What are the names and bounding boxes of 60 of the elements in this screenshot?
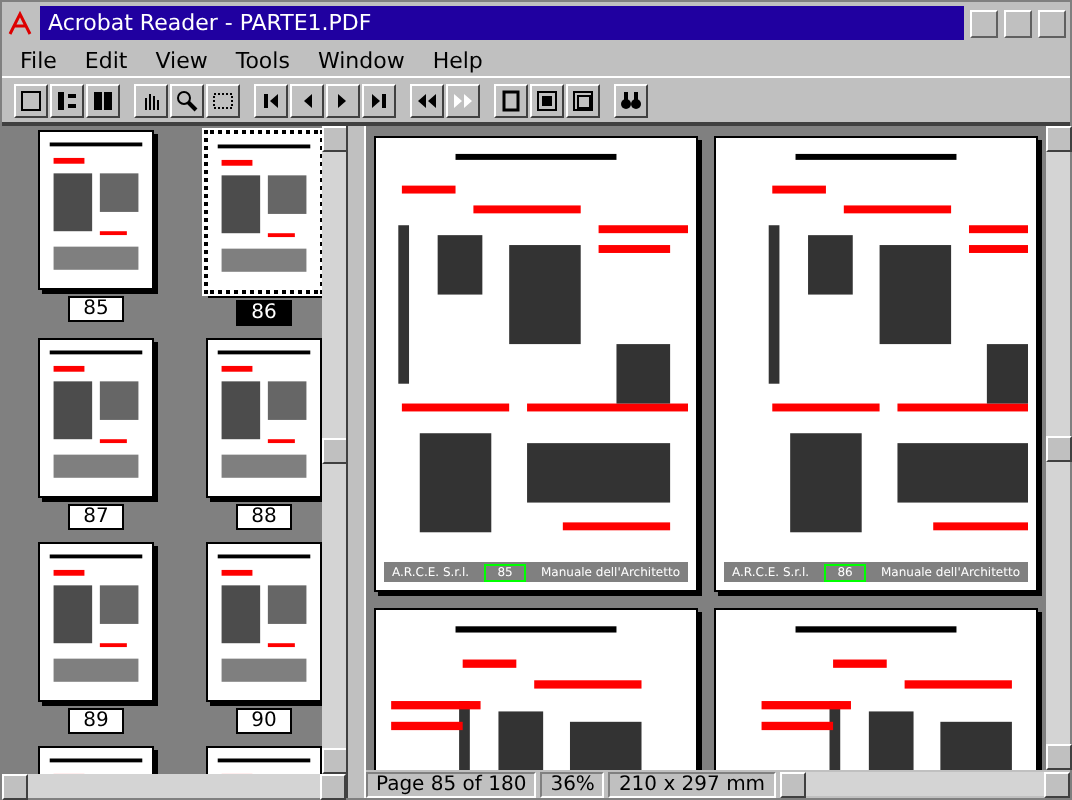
page-thumbnail[interactable] — [206, 542, 322, 702]
window-title: Acrobat Reader - PARTE1.PDF — [40, 6, 964, 40]
first-page-button[interactable] — [254, 83, 288, 117]
page-thumbnail[interactable] — [38, 542, 154, 702]
actual-size-icon — [500, 89, 522, 111]
zoom-button[interactable] — [170, 83, 204, 117]
zoom-icon — [176, 89, 198, 111]
binoculars-icon — [620, 89, 642, 111]
fit-width-button[interactable] — [566, 83, 600, 117]
fit-page-icon — [536, 89, 558, 111]
page-thumbnail[interactable] — [206, 338, 322, 498]
menu-item[interactable]: View — [145, 47, 218, 73]
next-page-button[interactable] — [326, 83, 360, 117]
page-thumbnail[interactable] — [204, 130, 322, 294]
thumbnail-page-number: 86 — [235, 300, 293, 326]
thumbnail-page-number: 85 — [67, 296, 125, 322]
go-back-icon — [416, 89, 438, 111]
menu-item[interactable]: File — [10, 47, 67, 73]
thumbnail-page-number: 90 — [235, 708, 293, 734]
bookmarks-icon — [92, 89, 114, 111]
text-select-icon — [212, 89, 234, 111]
horizontal-scrollbar[interactable] — [2, 774, 346, 798]
go-forward-button[interactable] — [446, 83, 480, 117]
page-icon — [20, 89, 42, 111]
page-thumbnail[interactable] — [38, 338, 154, 498]
previous-page-button[interactable] — [290, 83, 324, 117]
menu-item[interactable]: Edit — [74, 47, 138, 73]
pane-splitter[interactable] — [346, 126, 366, 798]
vertical-scrollbar[interactable] — [1046, 126, 1070, 770]
binoculars-button[interactable] — [614, 83, 648, 117]
minimize-button[interactable] — [970, 9, 998, 37]
menu-item[interactable]: Help — [422, 47, 493, 73]
page-size-indicator: 210 x 297 mm — [608, 771, 776, 797]
maximize-button[interactable] — [1038, 9, 1066, 37]
thumbnail-page-number: 88 — [235, 504, 293, 530]
bookmarks-button[interactable] — [86, 83, 120, 117]
hand-button[interactable] — [134, 83, 168, 117]
fit-page-button[interactable] — [530, 83, 564, 117]
app-logo-icon — [6, 9, 34, 37]
thumbnail-page-number: 89 — [67, 708, 125, 734]
go-back-button[interactable] — [410, 83, 444, 117]
page-indicator[interactable]: Page 85 of 180 — [366, 771, 537, 797]
vertical-scrollbar[interactable] — [322, 126, 346, 774]
page-thumbnail[interactable] — [38, 130, 154, 290]
restore-button[interactable] — [1004, 9, 1032, 37]
menu-item[interactable]: Tools — [225, 47, 300, 73]
menu-item[interactable]: Window — [307, 47, 415, 73]
fit-width-icon — [572, 89, 594, 111]
go-forward-icon — [452, 89, 474, 111]
last-page-button[interactable] — [362, 83, 396, 117]
first-page-icon — [260, 89, 282, 111]
page-button[interactable] — [14, 83, 48, 117]
thumbnail-page-number: 87 — [67, 504, 125, 530]
horizontal-scrollbar[interactable] — [779, 772, 1070, 796]
thumbnails-icon — [56, 89, 78, 111]
thumbnails-button[interactable] — [50, 83, 84, 117]
last-page-icon — [368, 89, 390, 111]
zoom-indicator[interactable]: 36% — [540, 771, 605, 797]
actual-size-button[interactable] — [494, 83, 528, 117]
text-select-button[interactable] — [206, 83, 240, 117]
